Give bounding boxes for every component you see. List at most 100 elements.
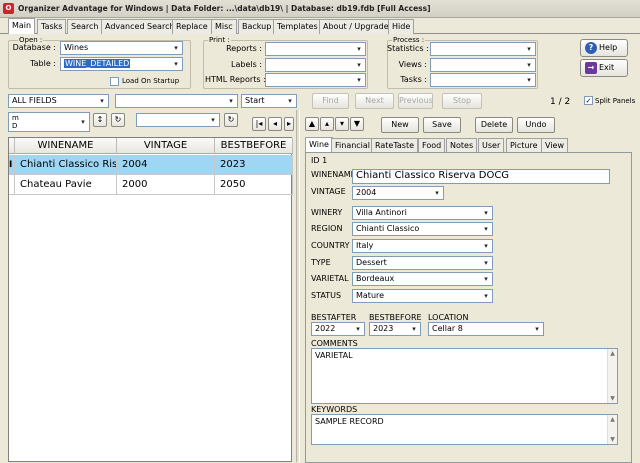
tab-food[interactable]: Food	[418, 138, 446, 152]
last-icon: ▼	[353, 119, 361, 128]
filter-select[interactable]: ▾	[136, 113, 220, 127]
tab-backup[interactable]: Backup	[238, 19, 276, 34]
table-select[interactable]: WINE_DETAILED ▾	[60, 57, 183, 71]
save-button[interactable]: Save	[423, 117, 461, 133]
refresh-filter-button[interactable]: ↻	[224, 113, 238, 127]
undo-button[interactable]: Undo	[517, 117, 555, 133]
next-record-button[interactable]: ▾	[335, 117, 349, 131]
tab-picture[interactable]: Picture	[506, 138, 542, 152]
tab-advanced-search[interactable]: Advanced Search	[101, 19, 179, 34]
new-button[interactable]: New	[381, 117, 419, 133]
tab-templates[interactable]: Templates	[273, 19, 322, 34]
process-group-label: Process :	[392, 36, 426, 44]
varietal-select[interactable]: Bordeaux ▾	[352, 272, 493, 286]
cell-vintage[interactable]: 2000	[117, 175, 215, 195]
country-select[interactable]: Italy ▾	[352, 239, 493, 253]
status-select[interactable]: Mature ▾	[352, 289, 493, 303]
cell-bestbefore[interactable]: 2023	[215, 155, 293, 175]
scroll-down-icon[interactable]: ▼	[608, 435, 617, 444]
sort-field-select[interactable]: m D ▾	[8, 112, 90, 132]
stop-button[interactable]: Stop	[442, 93, 482, 109]
cell-winename[interactable]: Chateau Pavie	[15, 175, 117, 195]
tab-misc[interactable]: Misc	[211, 19, 237, 34]
cell-bestbefore[interactable]: 2050	[215, 175, 293, 195]
split-panels-checkbox[interactable]: ✓	[584, 96, 593, 105]
delete-button[interactable]: Delete	[475, 117, 513, 133]
exit-button[interactable]: → Exit	[580, 59, 628, 77]
column-header-vintage[interactable]: VINTAGE	[117, 138, 215, 154]
statistics-select[interactable]: ▾	[430, 42, 536, 56]
window-title: Organizer Advantage for Windows | Data F…	[18, 4, 431, 13]
panel-splitter[interactable]	[296, 110, 300, 462]
type-select[interactable]: Dessert ▾	[352, 256, 493, 270]
find-button[interactable]: Find	[312, 93, 349, 109]
cell-winename[interactable]: Chianti Classico Riserva DOCG	[15, 155, 117, 175]
last-record-button[interactable]: ▼	[350, 117, 364, 131]
prev-page-button[interactable]: ◂	[268, 117, 282, 131]
help-button[interactable]: ? Help	[580, 39, 628, 57]
tab-view[interactable]: View	[541, 138, 568, 152]
tab-about-upgrade[interactable]: About / Upgrade	[319, 19, 393, 34]
search-field-value: ALL FIELDS	[12, 96, 57, 105]
chevron-down-icon: ▾	[535, 325, 539, 333]
tasks-select[interactable]: ▾	[430, 73, 536, 87]
scroll-down-icon[interactable]: ▼	[608, 394, 617, 403]
tab-hide[interactable]: Hide	[388, 19, 415, 34]
region-select[interactable]: Chianti Classico ▾	[352, 222, 493, 236]
previous-button[interactable]: Previous	[398, 93, 433, 109]
reports-select[interactable]: ▾	[265, 42, 366, 56]
varietal-label: VARIETAL	[311, 274, 349, 283]
next-page-button[interactable]: ▸	[284, 117, 294, 131]
tab-search[interactable]: Search	[67, 19, 103, 34]
bestbefore-select[interactable]: 2023 ▾	[369, 322, 421, 336]
next-button[interactable]: Next	[355, 93, 394, 109]
scroll-up-icon[interactable]: ▲	[608, 415, 617, 424]
winery-value: Villa Antinori	[356, 208, 407, 217]
winery-select[interactable]: Villa Antinori ▾	[352, 206, 493, 220]
tab-ratetaste[interactable]: RateTaste	[371, 138, 419, 152]
database-label: Database :	[12, 43, 56, 52]
prior-record-button[interactable]: ▴	[320, 117, 334, 131]
first-record-button[interactable]: ▲	[305, 117, 319, 131]
search-mode-select[interactable]: Start ▾	[241, 94, 297, 108]
first-page-button[interactable]: |◂	[252, 117, 266, 131]
exit-button-label: Exit	[599, 63, 615, 72]
app-icon: O	[3, 3, 14, 14]
tab-financial[interactable]: Financial	[331, 138, 375, 152]
database-select[interactable]: Wines ▾	[60, 41, 183, 55]
tab-replace[interactable]: Replace	[172, 19, 212, 34]
refresh-sort-button[interactable]: ↻	[111, 113, 125, 127]
table-row[interactable]: Chateau Pavie 2000 2050	[9, 175, 293, 195]
bestafter-select[interactable]: 2022 ▾	[311, 322, 365, 336]
tab-user[interactable]: User	[478, 138, 505, 152]
refresh-icon: ↻	[114, 115, 122, 124]
keywords-field[interactable]: SAMPLE RECORD ▲ ▼	[311, 414, 618, 445]
table-row[interactable]: I Chianti Classico Riserva DOCG 2004 202…	[9, 155, 293, 175]
winename-field[interactable]: Chianti Classico Riserva DOCG	[352, 169, 610, 184]
column-header-winename[interactable]: WINENAME	[15, 138, 117, 154]
comments-field[interactable]: VARIETAL ▲ ▼	[311, 348, 618, 404]
tab-wine[interactable]: Wine	[305, 137, 333, 152]
scroll-up-icon[interactable]: ▲	[608, 349, 617, 358]
load-on-startup-label: Load On Startup	[122, 77, 180, 85]
load-on-startup-checkbox[interactable]	[110, 77, 119, 86]
chevron-down-icon: ▾	[527, 61, 531, 69]
comments-scrollbar[interactable]: ▲ ▼	[607, 349, 617, 403]
tab-notes[interactable]: Notes	[446, 138, 478, 152]
labels-select[interactable]: ▾	[265, 58, 366, 72]
views-select[interactable]: ▾	[430, 58, 536, 72]
sort-direction-button[interactable]: ↕	[93, 113, 107, 127]
html-reports-select[interactable]: ▾	[265, 73, 366, 87]
keywords-scrollbar[interactable]: ▲ ▼	[607, 415, 617, 444]
tab-main[interactable]: Main	[8, 18, 36, 35]
chevron-down-icon: ▾	[288, 97, 292, 105]
vintage-value: 2004	[356, 188, 377, 197]
search-value-input[interactable]: ▾	[115, 94, 238, 108]
cell-vintage[interactable]: 2004	[117, 155, 215, 175]
location-select[interactable]: Cellar 8 ▾	[428, 322, 544, 336]
tab-tasks[interactable]: Tasks	[37, 19, 67, 34]
vintage-select[interactable]: 2004 ▾	[352, 186, 444, 200]
chevron-down-icon: ▾	[527, 76, 531, 84]
column-header-bestbefore[interactable]: BESTBEFORE	[215, 138, 293, 154]
search-field-select[interactable]: ALL FIELDS ▾	[8, 94, 109, 108]
